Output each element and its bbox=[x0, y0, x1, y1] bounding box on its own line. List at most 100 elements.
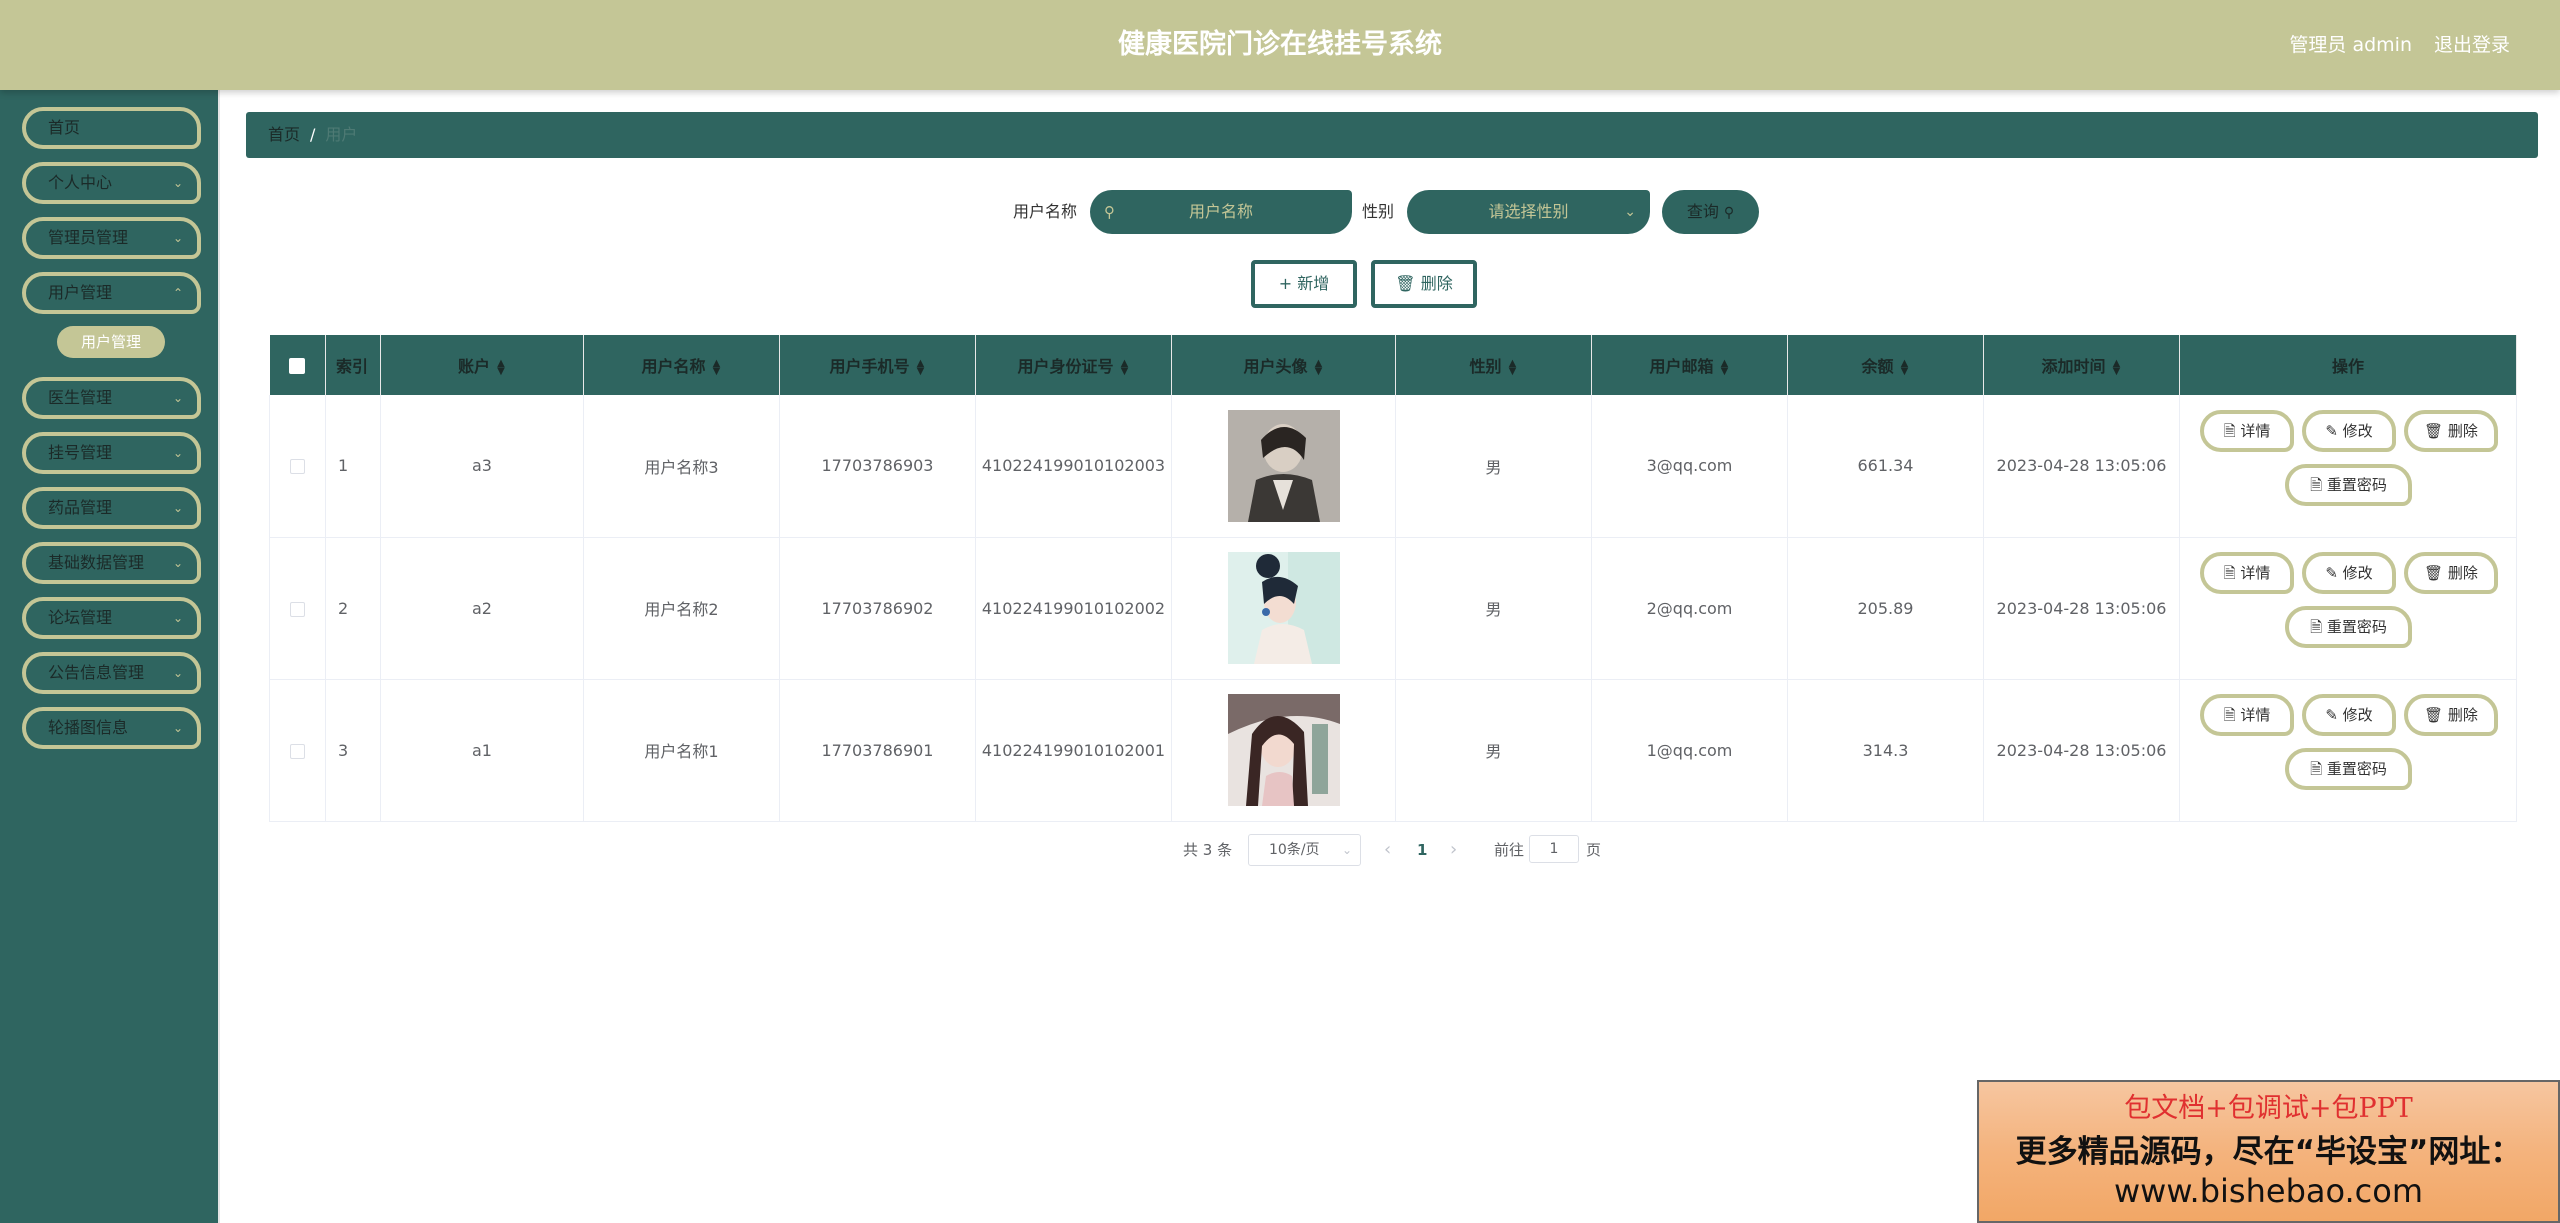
sort-icon[interactable]: ▲ ▼ bbox=[2112, 358, 2122, 376]
sidebar-item-label: 个人中心 bbox=[48, 173, 113, 192]
search-name-label: 用户名称 bbox=[1013, 202, 1078, 221]
select-all-checkbox[interactable] bbox=[269, 335, 326, 395]
sidebar-item-home[interactable]: 首页 bbox=[22, 107, 201, 149]
edit-button[interactable]: ✎ 修改 bbox=[2302, 552, 2396, 594]
column-header-index: 索引 bbox=[325, 335, 381, 395]
logout-link[interactable]: 退出登录 bbox=[2434, 0, 2510, 90]
cell-account: a3 bbox=[380, 395, 584, 538]
column-header-time[interactable]: 添加时间 ▲ ▼ bbox=[1983, 335, 2180, 395]
search-icon: ⚲ bbox=[1723, 205, 1735, 221]
column-header-gender[interactable]: 性别 ▲ ▼ bbox=[1395, 335, 1592, 395]
top-header: 健康医院门诊在线挂号系统 管理员 admin 退出登录 bbox=[0, 0, 2560, 90]
submenu-item-user-mgmt[interactable]: 用户管理 bbox=[57, 326, 165, 358]
sort-icon[interactable]: ▲ ▼ bbox=[1314, 358, 1324, 376]
cell-avatar bbox=[1171, 537, 1396, 680]
sidebar-item-registration-mgmt[interactable]: 挂号管理 ⌄ bbox=[22, 432, 201, 474]
page-size-value: 10条/页 bbox=[1269, 842, 1320, 858]
goto-suffix: 页 bbox=[1586, 841, 1602, 859]
edit-button[interactable]: ✎ 修改 bbox=[2302, 694, 2396, 736]
cell-idcard: 410224199010102002 bbox=[975, 537, 1172, 680]
trash-icon: 🗑 bbox=[2424, 706, 2444, 724]
row-checkbox[interactable] bbox=[269, 537, 326, 680]
pencil-icon: ✎ bbox=[2325, 421, 2338, 440]
ad-banner-line2: 更多精品源码，尽在“毕设宝”网址： bbox=[2015, 1134, 2522, 1170]
query-button[interactable]: 查询 ⚲ bbox=[1662, 190, 1759, 234]
goto-page-input[interactable] bbox=[1529, 835, 1579, 863]
search-name-input[interactable]: ⚲ 用户名称 bbox=[1090, 190, 1352, 234]
column-header-balance[interactable]: 余额 ▲ ▼ bbox=[1787, 335, 1984, 395]
edit-button[interactable]: ✎ 修改 bbox=[2302, 409, 2396, 452]
ad-banner-line1: 包文档+包调试+包PPT bbox=[2124, 1093, 2413, 1124]
sort-icon[interactable]: ▲ ▼ bbox=[712, 358, 722, 376]
detail-button[interactable]: 🗎 详情 bbox=[2200, 694, 2294, 736]
chevron-down-icon: ⌄ bbox=[1341, 843, 1352, 857]
add-button-label: 新增 bbox=[1297, 274, 1330, 293]
sidebar-item-profile[interactable]: 个人中心 ⌄ bbox=[22, 162, 201, 204]
page-size-select[interactable]: 10条/页 ⌄ bbox=[1248, 834, 1361, 866]
detail-button[interactable]: 🗎 详情 bbox=[2200, 552, 2294, 594]
chevron-down-icon: ⌄ bbox=[172, 666, 183, 680]
sidebar-item-admin-mgmt[interactable]: 管理员管理 ⌄ bbox=[22, 217, 201, 259]
chevron-down-icon: ⌄ bbox=[172, 391, 183, 405]
cell-balance: 314.3 bbox=[1787, 679, 1984, 822]
sidebar-item-drug-mgmt[interactable]: 药品管理 ⌄ bbox=[22, 487, 201, 529]
batch-delete-button[interactable]: 🗑 删除 bbox=[1371, 260, 1477, 308]
cell-name: 用户名称2 bbox=[583, 537, 780, 680]
column-header-account[interactable]: 账户 ▲ ▼ bbox=[380, 335, 584, 395]
column-header-name[interactable]: 用户名称 ▲ ▼ bbox=[583, 335, 780, 395]
sort-icon[interactable]: ▲ ▼ bbox=[1720, 358, 1730, 376]
cell-balance: 661.34 bbox=[1787, 395, 1984, 538]
column-header-avatar[interactable]: 用户头像 ▲ ▼ bbox=[1171, 335, 1396, 395]
next-page-icon[interactable]: › bbox=[1450, 835, 1457, 865]
cell-index: 1 bbox=[325, 395, 381, 538]
cell-account: a1 bbox=[380, 679, 584, 822]
sort-icon[interactable]: ▲ ▼ bbox=[916, 358, 926, 376]
delete-button[interactable]: 🗑 删除 bbox=[2404, 552, 2498, 594]
sidebar-item-label: 医生管理 bbox=[48, 388, 113, 407]
cell-balance: 205.89 bbox=[1787, 537, 1984, 680]
row-checkbox[interactable] bbox=[269, 395, 326, 538]
sidebar-item-carousel[interactable]: 轮播图信息 ⌄ bbox=[22, 707, 201, 749]
cell-email: 1@qq.com bbox=[1591, 679, 1788, 822]
column-header-phone[interactable]: 用户手机号 ▲ ▼ bbox=[779, 335, 976, 395]
cell-avatar bbox=[1171, 679, 1396, 822]
batch-delete-button-label: 删除 bbox=[1420, 274, 1453, 293]
page-number-current[interactable]: 1 bbox=[1417, 835, 1427, 865]
reset-password-button[interactable]: 🗎 重置密码 bbox=[2285, 463, 2412, 506]
pagination-total: 共 3 条 bbox=[1183, 841, 1233, 859]
reset-password-button[interactable]: 🗎 重置密码 bbox=[2285, 606, 2412, 648]
chevron-down-icon: ⌄ bbox=[172, 446, 183, 460]
sort-icon[interactable]: ▲ ▼ bbox=[1508, 358, 1518, 376]
plus-icon: + bbox=[1278, 274, 1293, 293]
sort-icon[interactable]: ▲ ▼ bbox=[1120, 358, 1130, 376]
gender-select[interactable]: 请选择性别 ⌄ bbox=[1407, 190, 1650, 234]
cell-gender: 男 bbox=[1395, 537, 1592, 680]
breadcrumb-separator: / bbox=[310, 125, 316, 144]
delete-button[interactable]: 🗑 删除 bbox=[2404, 694, 2498, 736]
sort-icon[interactable]: ▲ ▼ bbox=[1900, 358, 1910, 376]
sidebar-item-user-mgmt[interactable]: 用户管理 ⌃ bbox=[22, 272, 201, 314]
breadcrumb-current: 用户 bbox=[325, 125, 358, 144]
breadcrumb-home[interactable]: 首页 bbox=[268, 125, 300, 144]
sidebar-item-notice-mgmt[interactable]: 公告信息管理 ⌄ bbox=[22, 652, 201, 694]
sidebar-item-label: 挂号管理 bbox=[48, 443, 113, 462]
cell-time: 2023-04-28 13:05:06 bbox=[1983, 679, 2180, 822]
document-icon: 🗎 bbox=[2310, 475, 2323, 494]
sidebar-item-forum-mgmt[interactable]: 论坛管理 ⌄ bbox=[22, 597, 201, 639]
detail-button[interactable]: 🗎 详情 bbox=[2200, 409, 2294, 452]
sidebar-item-basic-data-mgmt[interactable]: 基础数据管理 ⌄ bbox=[22, 542, 201, 584]
add-button[interactable]: + 新增 bbox=[1251, 260, 1357, 308]
document-icon: 🗎 bbox=[2223, 564, 2236, 582]
cell-time: 2023-04-28 13:05:06 bbox=[1983, 537, 2180, 680]
pencil-icon: ✎ bbox=[2325, 564, 2338, 582]
sidebar-item-doctor-mgmt[interactable]: 医生管理 ⌄ bbox=[22, 377, 201, 419]
cell-index: 3 bbox=[325, 679, 381, 822]
reset-password-button[interactable]: 🗎 重置密码 bbox=[2285, 748, 2412, 790]
cell-actions: 🗎 详情 ✎ 修改 🗑 删除 🗎 重置密码 bbox=[2179, 679, 2517, 822]
sort-icon[interactable]: ▲ ▼ bbox=[496, 358, 506, 376]
delete-button[interactable]: 🗑 删除 bbox=[2404, 409, 2498, 452]
column-header-idcard[interactable]: 用户身份证号 ▲ ▼ bbox=[975, 335, 1172, 395]
column-header-email[interactable]: 用户邮箱 ▲ ▼ bbox=[1591, 335, 1788, 395]
row-checkbox[interactable] bbox=[269, 679, 326, 822]
prev-page-icon[interactable]: ‹ bbox=[1384, 835, 1391, 865]
